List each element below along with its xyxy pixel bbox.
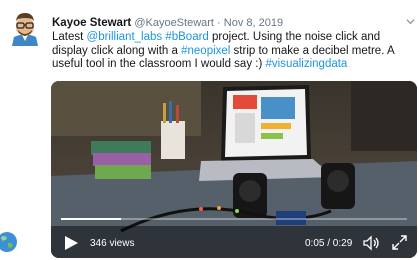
tweet-link[interactable]: #neopixel [181, 45, 230, 57]
video-controls: 346 views 0:05 / 0:29 [51, 228, 417, 258]
author-name[interactable]: Kayoe Stewart [52, 17, 131, 29]
tweet-header: Kayoe Stewart @KayoeStewart · Nov 8, 201… [52, 16, 415, 32]
video-progress-fill [61, 218, 121, 220]
tweet-text: Latest @brilliant_labs #bBoard project. … [52, 31, 416, 72]
tweet-text-segment: Latest [52, 31, 87, 43]
fullscreen-icon[interactable] [391, 234, 408, 251]
tweet-link[interactable]: #visualizingdata [266, 58, 348, 70]
chevron-down-icon[interactable] [406, 16, 415, 30]
author-handle[interactable]: @KayoeStewart [134, 17, 214, 29]
meta-separator: · [213, 17, 224, 29]
tweet-link[interactable]: #bBoard [165, 31, 208, 43]
play-icon[interactable] [63, 235, 79, 251]
view-count: 346 views [90, 238, 135, 249]
globe-icon[interactable] [0, 231, 18, 253]
volume-icon[interactable] [362, 234, 380, 252]
video-player[interactable]: 346 views 0:05 / 0:29 [51, 81, 417, 258]
tweet-link[interactable]: @brilliant_labs [87, 31, 163, 43]
author-avatar[interactable] [9, 12, 41, 46]
tweet-card[interactable]: Kayoe Stewart @KayoeStewart · Nov 8, 201… [0, 0, 419, 260]
tweet-date[interactable]: Nov 8, 2019 [224, 17, 283, 29]
video-time: 0:05 / 0:29 [305, 238, 353, 249]
video-progress-bar[interactable] [61, 218, 407, 220]
